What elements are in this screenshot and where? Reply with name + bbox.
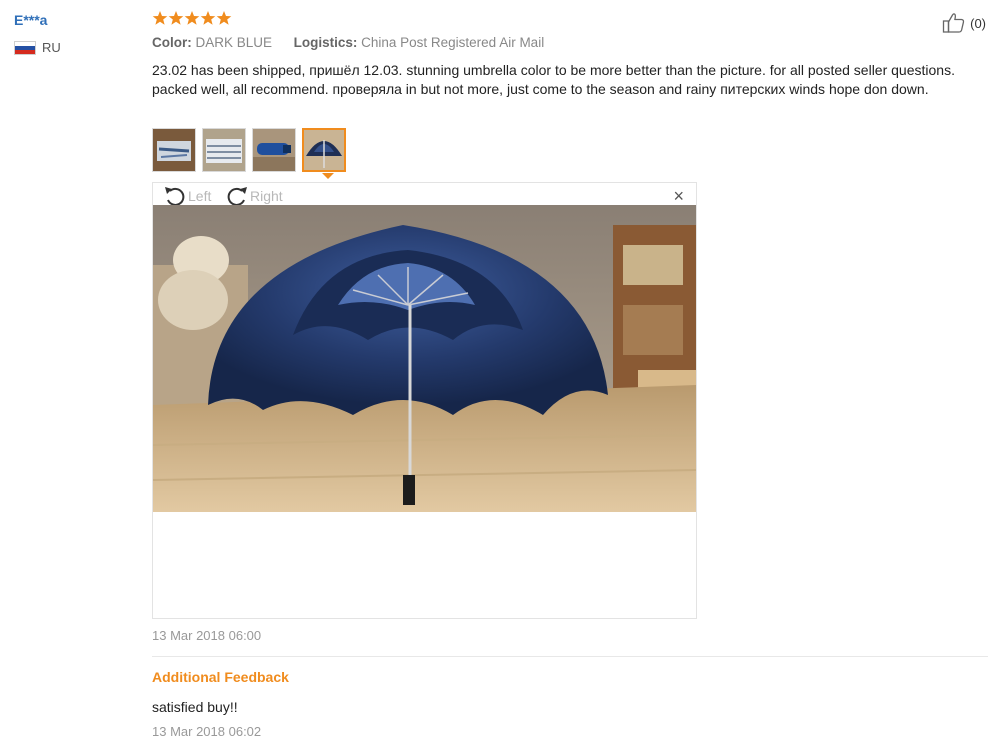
- rotate-right-label: Right: [250, 188, 283, 204]
- close-icon[interactable]: ×: [673, 187, 684, 205]
- rotate-left-icon: [165, 187, 185, 206]
- helpful-button[interactable]: (0): [942, 12, 986, 34]
- reviewer-name[interactable]: E***a: [14, 12, 47, 28]
- review-photo: [153, 205, 696, 512]
- star-icon: [184, 11, 200, 25]
- thumbnail-strip: [152, 128, 346, 172]
- rotate-left-label: Left: [188, 188, 212, 204]
- rotate-right-icon: [227, 187, 247, 206]
- thumbs-up-icon: [942, 13, 965, 33]
- thumbnail-photo-2[interactable]: [202, 128, 246, 172]
- thumbnail-photo-3[interactable]: [252, 128, 296, 172]
- divider: [152, 656, 988, 657]
- star-icon: [168, 11, 184, 25]
- star-icon: [200, 11, 216, 25]
- rotate-left-button[interactable]: Left: [163, 185, 211, 207]
- logistics-value: China Post Registered Air Mail: [361, 35, 545, 50]
- photo-viewer: Left Right ×: [152, 182, 697, 619]
- active-thumbnail-pointer: [322, 173, 334, 179]
- color-value: DARK BLUE: [195, 35, 273, 50]
- logistics-label: Logistics:: [293, 35, 358, 50]
- thumbnail-photo-4[interactable]: [302, 128, 346, 172]
- additional-feedback-date: 13 Mar 2018 06:02: [152, 724, 262, 739]
- review-meta: Color: DARK BLUE Logistics: China Post R…: [152, 35, 544, 50]
- helpful-count: (0): [970, 15, 986, 31]
- country-code: RU: [42, 40, 61, 55]
- review-date: 13 Mar 2018 06:00: [152, 628, 262, 643]
- russia-flag-icon: [14, 40, 36, 55]
- star-icon: [152, 11, 168, 25]
- thumbnail-photo-1[interactable]: [152, 128, 196, 172]
- star-rating: [152, 10, 232, 26]
- additional-feedback-text: satisfied buy!!: [152, 699, 238, 715]
- reviewer-country: RU: [14, 40, 61, 55]
- star-icon: [216, 11, 232, 25]
- color-label: Color:: [152, 35, 192, 50]
- review-text: 23.02 has been shipped, пришёл 12.03. st…: [152, 62, 955, 97]
- additional-feedback-title: Additional Feedback: [152, 669, 289, 685]
- rotate-right-button[interactable]: Right: [225, 185, 283, 207]
